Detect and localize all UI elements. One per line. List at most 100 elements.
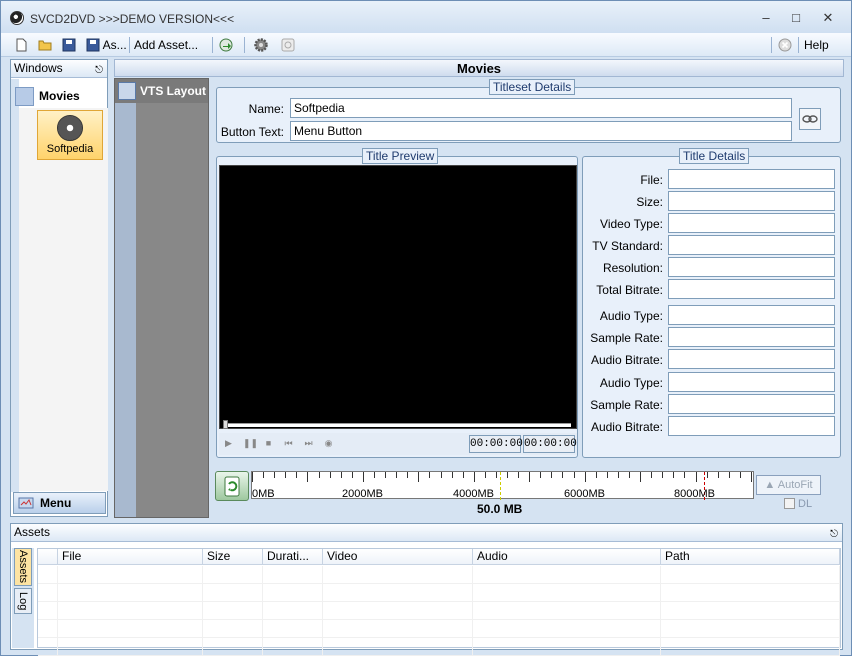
column-header[interactable]: Size <box>203 549 263 565</box>
table-row[interactable] <box>38 584 840 602</box>
link-button[interactable] <box>799 108 821 130</box>
detail-value-field[interactable] <box>668 213 835 233</box>
table-cell <box>58 584 203 602</box>
movie-item[interactable]: Softpedia <box>37 110 103 160</box>
table-cell <box>58 566 203 584</box>
tab-log[interactable]: Log <box>14 588 32 614</box>
vts-side-strip <box>115 103 136 517</box>
size-ruler: 0MB 2000MB 4000MB 6000MB 8000MB <box>251 471 754 500</box>
button-text-field[interactable]: Menu Button <box>290 121 792 141</box>
column-header-select[interactable] <box>38 549 58 565</box>
detail-label: Audio Bitrate: <box>590 420 663 434</box>
table-cell <box>661 584 840 602</box>
ruler-tick <box>462 472 464 478</box>
camera-icon[interactable]: ◉ <box>323 438 334 449</box>
save-as-button[interactable]: As... <box>86 36 127 54</box>
new-file-button[interactable] <box>14 36 28 54</box>
detail-value-field[interactable] <box>668 349 835 369</box>
disc-size-bar: 0MB 2000MB 4000MB 6000MB 8000MB ▲ AutoFit DL… <box>212 469 842 517</box>
seek-knob[interactable] <box>223 420 228 429</box>
detail-label: Video Type: <box>600 217 663 231</box>
toolbar-separator <box>798 37 799 53</box>
pin-icon[interactable]: ⎋ <box>95 62 103 79</box>
table-cell <box>661 566 840 584</box>
recycle-icon <box>224 476 240 497</box>
name-field[interactable]: Softpedia <box>290 98 792 118</box>
ruler-tick <box>584 472 586 482</box>
export-arrow-icon <box>219 38 233 52</box>
open-button[interactable] <box>38 36 52 54</box>
recycle-bin-button[interactable] <box>215 471 249 501</box>
detail-value-field[interactable] <box>668 279 835 299</box>
dl-checkbox-box[interactable] <box>784 498 795 509</box>
add-asset-button[interactable]: Add Asset... <box>134 36 198 54</box>
tab-assets[interactable]: Assets <box>14 548 32 586</box>
detail-value-field[interactable] <box>668 394 835 414</box>
table-row[interactable] <box>38 566 840 584</box>
ruler-tick <box>484 472 486 478</box>
detail-value-field[interactable] <box>668 191 835 211</box>
dl-checkbox[interactable]: DL <box>784 498 812 510</box>
table-cell <box>473 584 661 602</box>
table-row[interactable] <box>38 602 840 620</box>
ruler-tick <box>418 472 420 482</box>
column-header[interactable]: File <box>58 549 203 565</box>
table-row[interactable] <box>38 620 840 638</box>
previous-icon[interactable]: ⏮ <box>283 438 294 449</box>
help-cancel-button[interactable] <box>778 36 792 54</box>
menu-section-button[interactable]: Menu <box>13 492 106 514</box>
ruler-tick <box>340 472 342 478</box>
movies-section-header[interactable]: Movies <box>13 84 106 108</box>
help-button[interactable]: Help <box>804 36 829 54</box>
table-row[interactable] <box>38 638 840 656</box>
ruler-label: 8000MB <box>674 488 715 500</box>
assets-panel-title: Assets <box>14 525 51 539</box>
minimize-button[interactable]: – <box>753 9 779 27</box>
ruler-tick <box>728 472 730 478</box>
table-cell <box>473 602 661 620</box>
ruler-tick <box>252 472 253 482</box>
toolbar-separator <box>244 37 245 53</box>
menu-section-label: Menu <box>40 496 72 510</box>
next-icon[interactable]: ⏭ <box>303 438 314 449</box>
play-icon[interactable]: ▶ <box>223 438 234 449</box>
toolbar-separator <box>212 37 213 53</box>
seek-bar[interactable] <box>223 420 571 429</box>
detail-value-field[interactable] <box>668 235 835 255</box>
ruler-tick <box>651 472 653 478</box>
ruler-tick <box>595 472 597 478</box>
column-header[interactable]: Audio <box>473 549 661 565</box>
stop-icon[interactable]: ■ <box>263 438 274 449</box>
table-cell <box>203 584 263 602</box>
save-button[interactable] <box>62 36 76 54</box>
settings-button[interactable] <box>254 36 268 54</box>
column-header[interactable]: Video <box>323 549 473 565</box>
pin-icon[interactable]: ⎋ <box>830 526 838 543</box>
detail-value-field[interactable] <box>668 416 835 436</box>
export-button[interactable] <box>219 36 233 54</box>
ruler-label: 6000MB <box>564 488 605 500</box>
ruler-label: 2000MB <box>342 488 383 500</box>
assets-panel-header: Assets ⎋ <box>11 524 842 542</box>
detail-label: Resolution: <box>602 261 663 275</box>
ruler-tick <box>451 472 453 478</box>
detail-value-field[interactable] <box>668 169 835 189</box>
detail-value-field[interactable] <box>668 305 835 325</box>
ruler-tick <box>573 472 575 478</box>
movies-header: Movies <box>114 59 844 77</box>
detail-value-field[interactable] <box>668 257 835 277</box>
stop-button[interactable] <box>281 36 295 54</box>
autofit-button[interactable]: ▲ AutoFit <box>756 475 821 495</box>
titleset-details-title: Titleset Details <box>489 79 576 95</box>
ruler-tick <box>673 472 675 478</box>
detail-value-field[interactable] <box>668 327 835 347</box>
ruler-tick <box>518 472 520 478</box>
maximize-button[interactable]: □ <box>783 9 809 27</box>
detail-value-field[interactable] <box>668 372 835 392</box>
ruler-tick <box>274 472 276 478</box>
table-cell <box>38 638 58 656</box>
column-header[interactable]: Path <box>661 549 840 565</box>
pause-icon[interactable]: ❚❚ <box>243 438 258 449</box>
column-header[interactable]: Durati... <box>263 549 323 565</box>
close-button[interactable]: ✕ <box>815 9 841 27</box>
